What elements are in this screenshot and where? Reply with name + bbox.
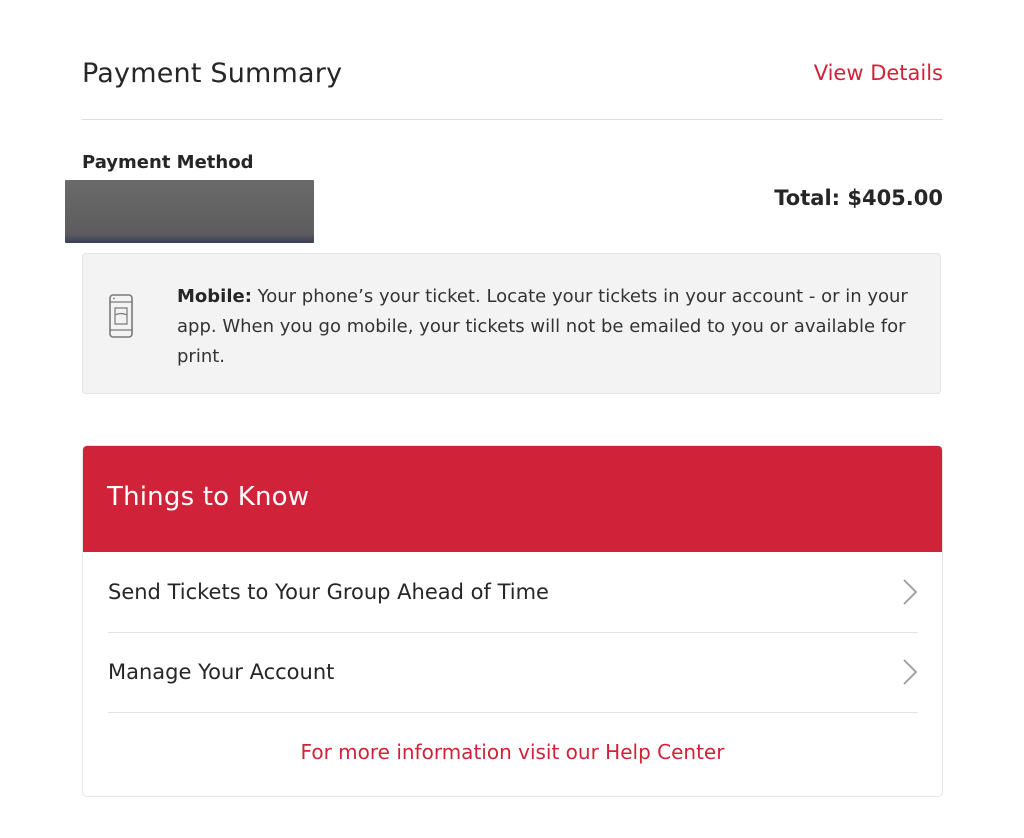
chevron-right-icon	[903, 579, 918, 605]
mobile-phone-icon	[109, 294, 133, 338]
mobile-ticket-notice: Mobile: Your phone’s your ticket. Locate…	[82, 253, 941, 394]
chevron-right-icon	[903, 659, 918, 685]
view-details-link[interactable]: View Details	[814, 61, 943, 85]
things-to-know-header: Things to Know	[83, 446, 942, 552]
order-total: Total: $405.00	[774, 186, 943, 210]
list-item-label: Send Tickets to Your Group Ahead of Time	[108, 580, 549, 604]
redacted-payment-method	[65, 180, 314, 243]
page-title: Payment Summary	[82, 58, 343, 89]
list-item-manage-account[interactable]: Manage Your Account	[108, 632, 918, 713]
list-item-send-tickets[interactable]: Send Tickets to Your Group Ahead of Time	[108, 552, 918, 633]
things-to-know-card: Things to Know Send Tickets to Your Grou…	[82, 445, 943, 797]
list-item-label: Manage Your Account	[108, 660, 335, 684]
mobile-notice-body: Your phone’s your ticket. Locate your ti…	[177, 286, 908, 367]
payment-summary-page: Payment Summary View Details Payment Met…	[0, 0, 1024, 838]
payment-method-label: Payment Method	[82, 152, 254, 173]
mobile-notice-text: Mobile: Your phone’s your ticket. Locate…	[177, 282, 922, 372]
things-to-know-title: Things to Know	[107, 482, 310, 512]
payment-summary-header: Payment Summary View Details	[82, 52, 943, 120]
help-center-link[interactable]: For more information visit our Help Cent…	[83, 740, 942, 764]
mobile-notice-label: Mobile:	[177, 286, 252, 307]
